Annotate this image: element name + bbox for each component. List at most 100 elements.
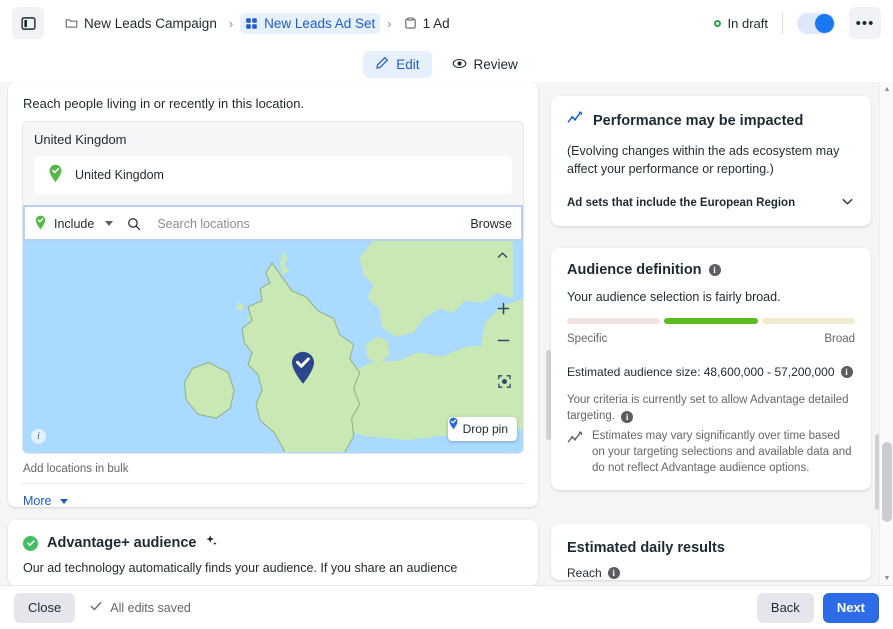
info-icon[interactable]: i [621, 411, 634, 424]
close-button[interactable]: Close [14, 592, 76, 623]
check-circle-green-icon [23, 535, 38, 551]
more-options-button[interactable]: ••• [849, 7, 881, 39]
chevron-down-icon [60, 498, 69, 504]
meter-segment-broad [761, 318, 855, 324]
browse-button[interactable]: Browse [470, 217, 512, 231]
side-panel-icon[interactable] [12, 7, 44, 39]
back-button[interactable]: Back [756, 592, 814, 623]
info-icon[interactable]: i [708, 264, 721, 276]
tab-review[interactable]: Review [440, 51, 530, 79]
page-scrollbar[interactable]: ▲ ▼ [879, 82, 893, 585]
meter-label-specific: Specific [567, 333, 608, 345]
advantage-title: Advantage+ audience [47, 535, 197, 551]
breadcrumb-item-campaign[interactable]: New Leads Campaign [60, 13, 222, 34]
status-badge: In draft [713, 15, 782, 31]
save-status: All edits saved [89, 599, 191, 616]
adset-active-toggle[interactable] [797, 12, 835, 34]
search-input[interactable] [157, 216, 471, 231]
top-bar: New Leads Campaign › New Leads Ad Set › [0, 0, 893, 47]
save-status-label: All edits saved [110, 600, 191, 615]
pencil-icon [375, 56, 389, 73]
status-label: In draft [727, 15, 768, 31]
left-column: Reach people living in or recently in th… [8, 82, 551, 586]
location-label: United Kingdom [75, 168, 164, 182]
locations-group: United Kingdom United Kingdom [23, 122, 523, 205]
scroll-up-arrow-icon[interactable]: ▲ [880, 82, 893, 96]
drop-pin-label: Drop pin [462, 422, 508, 436]
meter-segment-specific [567, 318, 661, 324]
estimated-audience-size: Estimated audience size: 48,600,000 - 57… [567, 365, 855, 379]
meter-segment-current [664, 318, 758, 324]
estimate-label: Estimated audience size: 48,600,000 - 57… [567, 365, 835, 379]
footer-buttons: Back Next [756, 592, 879, 623]
expander-label: Ad sets that include the European Region [567, 196, 796, 209]
grid-icon [245, 17, 258, 30]
check-icon [89, 599, 103, 616]
chevron-down-icon [105, 221, 114, 226]
list-item[interactable]: United Kingdom [34, 156, 512, 194]
scroll-down-arrow-icon[interactable]: ▼ [880, 571, 893, 585]
include-exclude-dropdown[interactable]: Include [34, 215, 114, 233]
location-map[interactable]: Oslo DENMARK IRELAND UNITED KINGDOM GERM… [23, 241, 523, 453]
criteria-text: Your criteria is currently set to allow … [567, 394, 849, 423]
sparkle-icon [205, 534, 218, 552]
edit-review-tabs: Edit Review [0, 47, 893, 82]
map-locate-me-icon[interactable] [496, 373, 516, 393]
daily-results-subtitle: Reach i [567, 566, 855, 580]
daily-results-metric-label: Reach [567, 566, 602, 580]
map-zoom-in-icon[interactable] [496, 301, 516, 321]
performance-impact-card: Performance may be impacted (Evolving ch… [551, 96, 871, 226]
daily-results-title: Estimated daily results [567, 540, 725, 556]
ads-manager-window: New Leads Campaign › New Leads Ad Set › [0, 0, 893, 629]
tab-label: Edit [396, 57, 420, 72]
locations-selector: United Kingdom United Kingdom Include Se… [22, 121, 524, 454]
performance-header: Performance may be impacted [567, 110, 855, 132]
breadcrumb-item-ad[interactable]: 1 Ad [399, 13, 455, 34]
right-column: Performance may be impacted (Evolving ch… [551, 82, 880, 585]
breadcrumb-label: New Leads Campaign [84, 15, 217, 31]
location-search-bar: Include Browse [23, 205, 523, 241]
breadcrumb: New Leads Campaign › New Leads Ad Set › [60, 12, 714, 34]
include-label: Include [54, 216, 95, 231]
content-area: Reach people living in or recently in th… [0, 82, 893, 586]
advantage-audience-card: Advantage+ audience Our ad technology au… [8, 520, 538, 586]
breadcrumb-separator: › [228, 15, 234, 31]
locations-card: Reach people living in or recently in th… [8, 82, 538, 507]
trend-line-icon [567, 430, 584, 476]
audience-breadth-meter [567, 318, 855, 324]
info-icon[interactable]: i [607, 567, 620, 579]
map-info-icon[interactable]: i [31, 429, 46, 444]
estimates-vary-note: Estimates may vary significantly over ti… [567, 428, 855, 476]
more-locations-toggle[interactable]: More [8, 484, 83, 507]
criteria-note: Your criteria is currently set to allow … [567, 392, 855, 424]
next-button[interactable]: Next [822, 592, 879, 623]
eye-icon [452, 56, 467, 74]
divider [22, 483, 524, 484]
audience-definition-subtitle: Your audience selection is fairly broad. [567, 290, 781, 304]
map-zoom-out-icon[interactable] [496, 333, 516, 353]
breadcrumb-item-adset[interactable]: New Leads Ad Set [240, 12, 381, 34]
trend-line-icon [567, 110, 584, 132]
location-pin-check-icon [34, 215, 47, 233]
drop-pin-button[interactable]: Drop pin [447, 417, 517, 441]
toggle-knob [815, 13, 834, 33]
estimated-daily-results-card: Estimated daily results Reach i [551, 524, 871, 580]
breadcrumb-label: 1 Ad [422, 15, 450, 31]
european-region-expander[interactable]: Ad sets that include the European Region [567, 194, 855, 212]
scrollbar-thumb[interactable] [882, 442, 892, 522]
more-label: More [23, 494, 52, 507]
chevron-down-icon [840, 194, 855, 212]
tab-edit[interactable]: Edit [363, 51, 432, 78]
map-collapse-chevron-icon[interactable] [496, 249, 516, 269]
footer-bar: Close All edits saved Back Next [0, 585, 893, 629]
vary-text: Estimates may vary significantly over ti… [592, 430, 852, 475]
locations-lead-text: Reach people living in or recently in th… [23, 96, 305, 111]
top-bar-right: In draft ••• [713, 7, 881, 39]
ad-card-icon [404, 16, 417, 30]
advantage-header: Advantage+ audience [23, 534, 523, 552]
add-locations-bulk-label[interactable]: Add locations in bulk [8, 454, 538, 475]
audience-definition-title: Audience definition [567, 262, 702, 278]
info-icon[interactable]: i [840, 366, 853, 378]
performance-title: Performance may be impacted [593, 113, 804, 129]
advantage-body: Our ad technology automatically finds yo… [23, 561, 458, 575]
